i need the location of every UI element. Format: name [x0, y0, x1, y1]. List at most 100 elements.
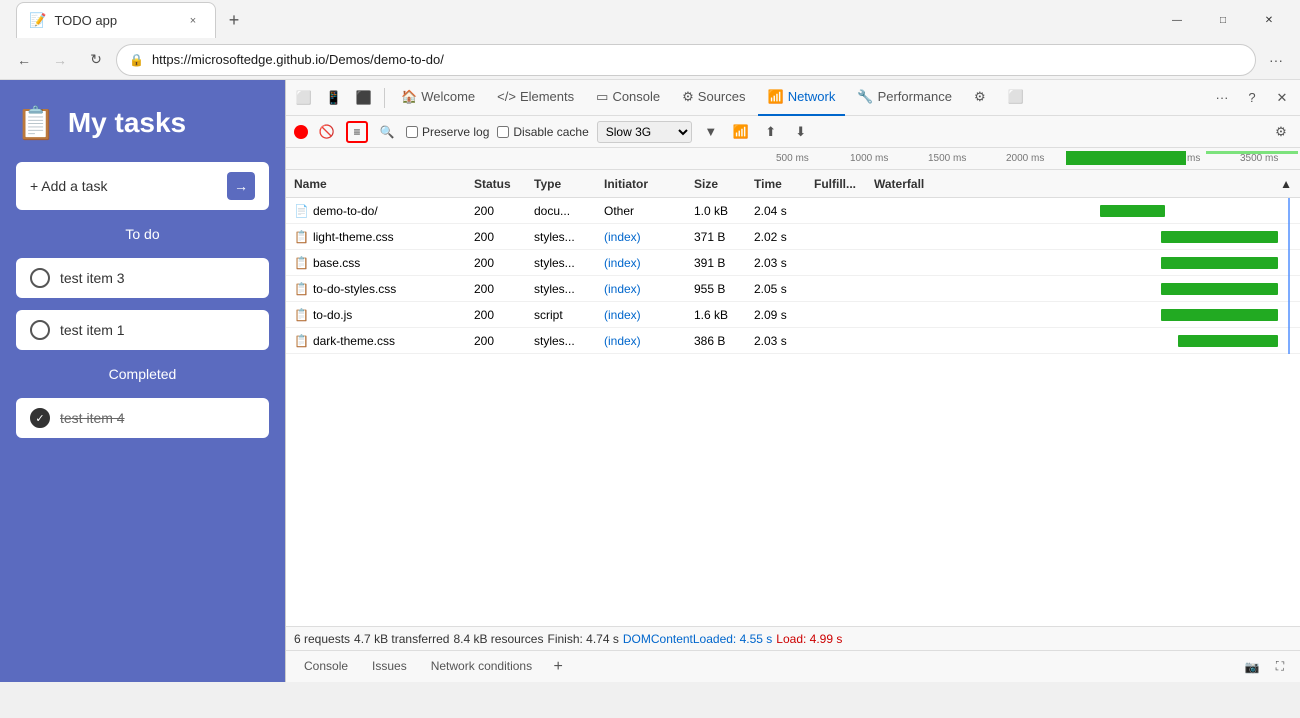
row-3-initiator[interactable]: (index): [596, 282, 686, 296]
row-3-timeline-marker: [1288, 276, 1290, 302]
table-row-4[interactable]: 📋 to-do.js 200 script (index) 1.6 kB 2.0…: [286, 302, 1300, 328]
task-checkbox-0[interactable]: [30, 268, 50, 288]
refresh-button[interactable]: ↻: [80, 44, 112, 76]
filter-button[interactable]: ≡: [346, 121, 368, 143]
devtools-help-button[interactable]: ?: [1238, 84, 1266, 112]
screenshot-icon[interactable]: 📷: [1240, 655, 1264, 679]
task-checkbox-completed-0[interactable]: [30, 408, 50, 428]
row-0-name-text: demo-to-do/: [313, 204, 378, 218]
row-4-initiator[interactable]: (index): [596, 308, 686, 322]
add-task-label: + Add a task: [30, 178, 107, 194]
bottom-tab-issues[interactable]: Issues: [362, 655, 417, 679]
table-row-5[interactable]: 📋 dark-theme.css 200 styles... (index) 3…: [286, 328, 1300, 354]
tab-sources[interactable]: ⚙ Sources: [672, 80, 755, 116]
col-header-name[interactable]: Name: [286, 177, 466, 191]
tab-settings[interactable]: ⚙: [964, 80, 996, 116]
devtools-more-button[interactable]: ···: [1208, 84, 1236, 112]
col-header-fulfill[interactable]: Fulfill...: [806, 177, 866, 191]
clear-button[interactable]: 🚫: [316, 121, 338, 143]
fullscreen-icon[interactable]: ⛶: [1268, 655, 1292, 679]
col-header-size[interactable]: Size: [686, 177, 746, 191]
waterfall-sort-icon[interactable]: ▲: [1280, 177, 1292, 191]
row-3-size: 955 B: [686, 282, 746, 296]
status-bar: 6 requests 4.7 kB transferred 8.4 kB res…: [286, 626, 1300, 650]
tab-welcome[interactable]: 🏠 Welcome: [391, 80, 485, 116]
row-5-time: 2.03 s: [746, 334, 806, 348]
status-load: Load: 4.99 s: [776, 632, 842, 646]
active-tab[interactable]: 📝 TODO app ×: [16, 2, 216, 38]
tab-elements[interactable]: </> Elements: [487, 80, 584, 116]
row-2-initiator-link[interactable]: (index): [604, 256, 641, 270]
forward-button[interactable]: →: [44, 44, 76, 76]
col-header-time[interactable]: Time: [746, 177, 806, 191]
row-5-name-text: dark-theme.css: [313, 334, 395, 348]
disable-cache-checkbox[interactable]: Disable cache: [497, 125, 588, 139]
tab-network[interactable]: 📶 Network: [758, 80, 846, 116]
bottom-tab-add-button[interactable]: +: [546, 655, 570, 679]
waterfall-label: Waterfall: [874, 177, 924, 191]
row-4-name-text: to-do.js: [313, 308, 352, 322]
dock-button[interactable]: ⬛: [350, 84, 378, 112]
network-settings-icon[interactable]: ⚙: [1270, 121, 1292, 143]
minimize-button[interactable]: —: [1154, 4, 1200, 36]
table-row-3[interactable]: 📋 to-do-styles.css 200 styles... (index)…: [286, 276, 1300, 302]
row-4-initiator-link[interactable]: (index): [604, 308, 641, 322]
bottom-tab-network-conditions[interactable]: Network conditions: [421, 655, 542, 679]
col-header-status[interactable]: Status: [466, 177, 526, 191]
tab-emulation[interactable]: ⬜: [998, 80, 1034, 116]
row-1-waterfall: [866, 224, 1300, 250]
table-row-0[interactable]: 📄 demo-to-do/ 200 docu... Other 1.0 kB 2…: [286, 198, 1300, 224]
restore-button[interactable]: □: [1200, 4, 1246, 36]
download-icon[interactable]: ⬇: [790, 121, 812, 143]
address-bar[interactable]: 🔒 https://microsoftedge.github.io/Demos/…: [116, 44, 1256, 76]
task-item-completed-0[interactable]: test item 4: [16, 398, 269, 438]
more-button[interactable]: ···: [1260, 44, 1292, 76]
ruler-tick-1000: 1000 ms: [850, 153, 888, 164]
table-header: Name Status Type Initiator Size Time Ful…: [286, 170, 1300, 198]
table-row-2[interactable]: 📋 base.css 200 styles... (index) 391 B 2…: [286, 250, 1300, 276]
row-2-initiator[interactable]: (index): [596, 256, 686, 270]
row-3-initiator-link[interactable]: (index): [604, 282, 641, 296]
row-1-initiator-link[interactable]: (index): [604, 230, 641, 244]
device-emulation-button[interactable]: 📱: [320, 84, 348, 112]
row-1-type: styles...: [526, 230, 596, 244]
task-item-todo-0[interactable]: test item 3: [16, 258, 269, 298]
throttle-dropdown[interactable]: ▼: [700, 121, 722, 143]
col-header-waterfall[interactable]: Waterfall ▲: [866, 177, 1300, 191]
inspect-element-button[interactable]: ⬜: [290, 84, 318, 112]
tab-performance[interactable]: 🔧 Performance: [847, 80, 962, 116]
upload-icon[interactable]: ⬆: [760, 121, 782, 143]
ruler-tick-500: 500 ms: [776, 153, 809, 164]
row-0-waterfall: [866, 198, 1300, 224]
elements-icon: </>: [497, 89, 516, 104]
wifi-icon: 📶: [730, 121, 752, 143]
close-button[interactable]: ✕: [1246, 4, 1292, 36]
tab-close-button[interactable]: ×: [183, 11, 203, 31]
back-button[interactable]: ←: [8, 44, 40, 76]
task-checkbox-1[interactable]: [30, 320, 50, 340]
col-header-initiator[interactable]: Initiator: [596, 177, 686, 191]
preserve-log-checkbox[interactable]: Preserve log: [406, 125, 489, 139]
col-header-type[interactable]: Type: [526, 177, 596, 191]
row-4-wf-bar: [1161, 309, 1278, 321]
new-tab-button[interactable]: +: [216, 2, 252, 38]
emulation-icon: ⬜: [1008, 89, 1024, 105]
row-0-timeline-marker: [1288, 198, 1290, 224]
row-5-initiator[interactable]: (index): [596, 334, 686, 348]
disable-cache-input[interactable]: [497, 126, 509, 138]
preserve-log-input[interactable]: [406, 126, 418, 138]
task-item-todo-1[interactable]: test item 1: [16, 310, 269, 350]
add-task-button[interactable]: + Add a task →: [16, 162, 269, 210]
table-row-1[interactable]: 📋 light-theme.css 200 styles... (index) …: [286, 224, 1300, 250]
row-4-status: 200: [466, 308, 526, 322]
row-1-initiator[interactable]: (index): [596, 230, 686, 244]
row-5-initiator-link[interactable]: (index): [604, 334, 641, 348]
completed-section-label: Completed: [16, 362, 269, 386]
devtools-close-button[interactable]: ✕: [1268, 84, 1296, 112]
search-button[interactable]: 🔍: [376, 121, 398, 143]
bottom-tab-console[interactable]: Console: [294, 655, 358, 679]
row-3-time: 2.05 s: [746, 282, 806, 296]
tab-console[interactable]: ▭ Console: [586, 80, 670, 116]
record-button[interactable]: [294, 125, 308, 139]
throttle-select[interactable]: Slow 3G Fast 3G No throttling Offline: [597, 121, 692, 143]
